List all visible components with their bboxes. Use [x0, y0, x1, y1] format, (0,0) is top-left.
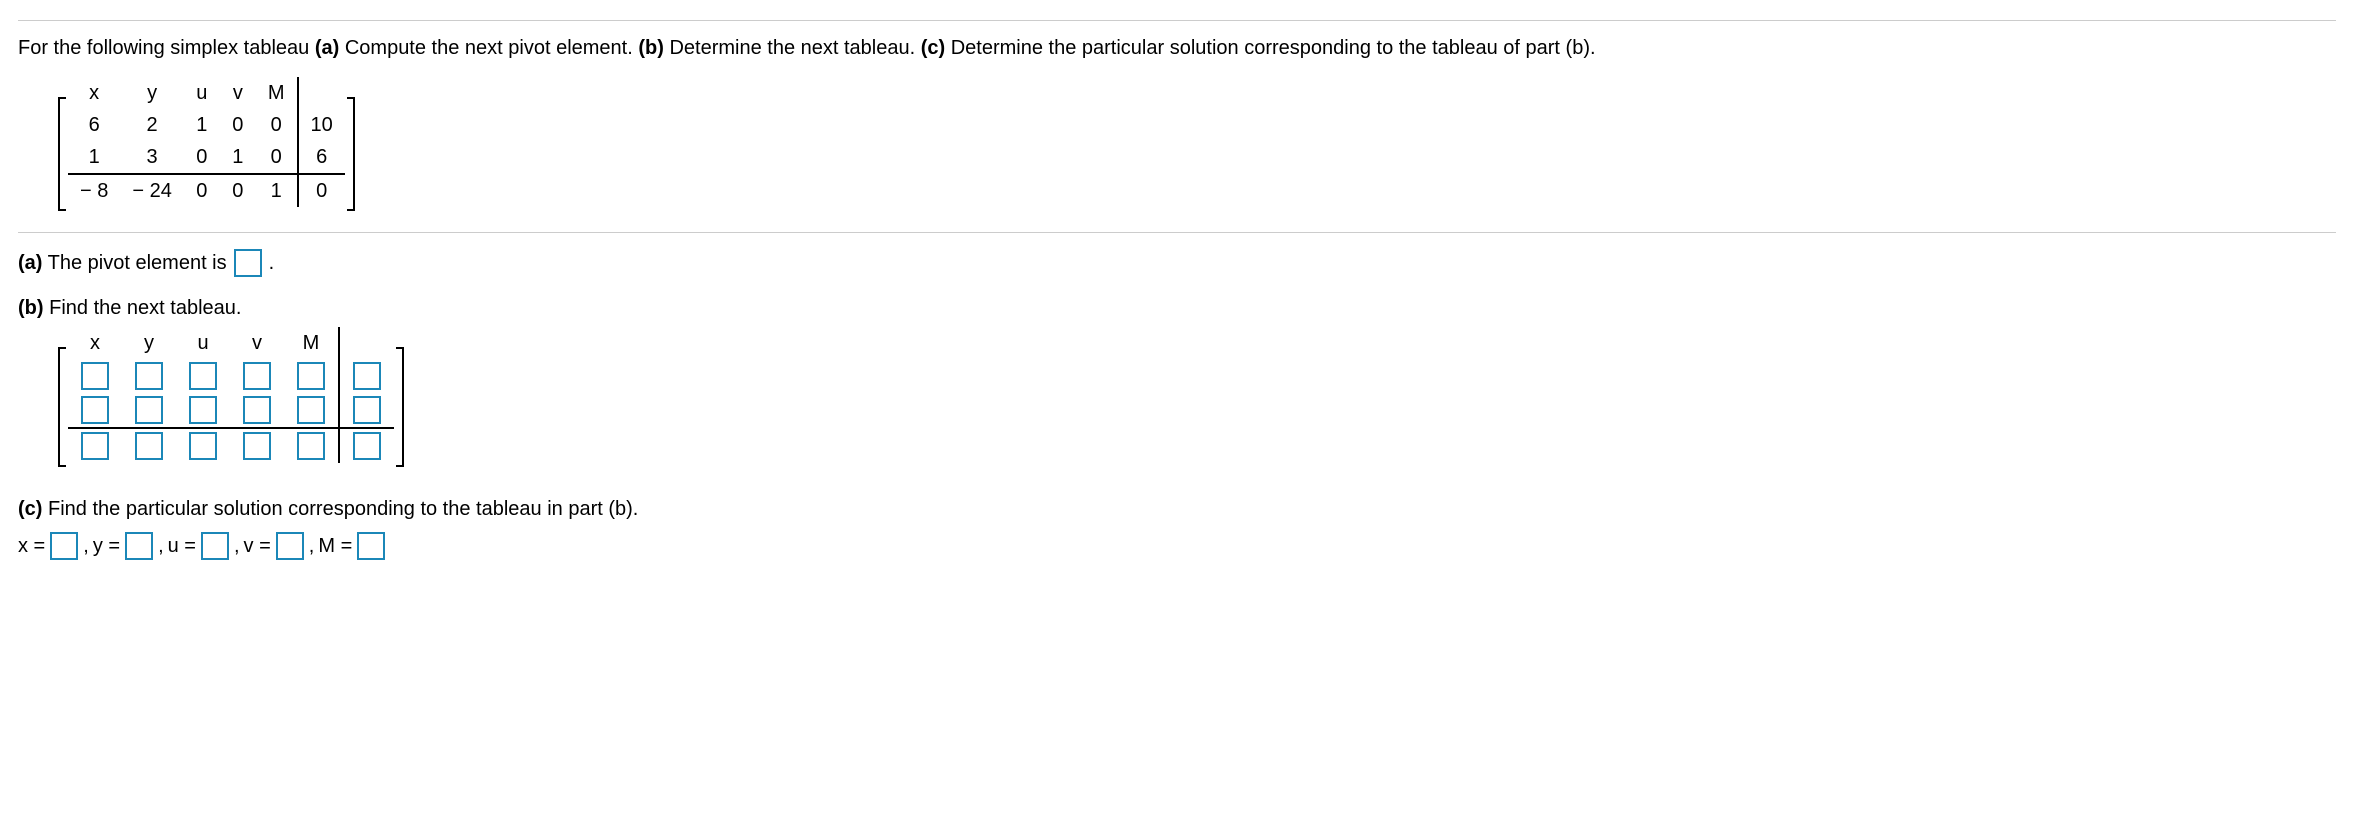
cell: 10 [298, 109, 345, 141]
tableau-input[interactable] [135, 396, 163, 424]
tableau-input[interactable] [135, 432, 163, 460]
intro-a-text: Compute the next pivot element. [339, 37, 638, 59]
cell: 0 [256, 109, 298, 141]
cell: 3 [120, 141, 183, 174]
cell: 1 [68, 141, 120, 174]
cell: 0 [220, 109, 256, 141]
y-input[interactable] [125, 532, 153, 560]
col-header-y: y [122, 327, 176, 359]
col-header-v: v [230, 327, 284, 359]
tableau-input[interactable] [353, 432, 381, 460]
tableau-input[interactable] [243, 362, 271, 390]
u-input[interactable] [201, 532, 229, 560]
table-row: − 8 − 24 0 0 1 0 [68, 174, 345, 207]
intro-a-bold: (a) [315, 37, 339, 59]
col-header-x: x [68, 77, 120, 109]
v-input[interactable] [276, 532, 304, 560]
col-header-y: y [120, 77, 183, 109]
cell: 1 [256, 174, 298, 207]
part-b-text: Find the next tableau. [44, 297, 242, 319]
col-header-M: M [284, 327, 339, 359]
part-a-text: The pivot element is [42, 252, 226, 274]
part-a-label: (a) [18, 252, 42, 274]
x-input[interactable] [50, 532, 78, 560]
tableau-input[interactable] [189, 362, 217, 390]
tableau-input[interactable] [189, 432, 217, 460]
u-label: u = [168, 531, 196, 561]
intro-lead: For the following simplex tableau [18, 37, 315, 59]
col-header-v: v [220, 77, 256, 109]
table-row: 1 3 0 1 0 6 [68, 141, 345, 174]
col-header-x: x [68, 327, 122, 359]
part-c-text: Find the particular solution correspondi… [42, 498, 638, 520]
comma: , [158, 531, 164, 561]
intro-b-bold: (b) [638, 37, 664, 59]
cell: 0 [298, 174, 345, 207]
part-a-period: . [269, 248, 275, 278]
M-input[interactable] [357, 532, 385, 560]
table-row: 6 2 1 0 0 10 [68, 109, 345, 141]
cell: − 8 [68, 174, 120, 207]
tableau-input[interactable] [243, 432, 271, 460]
tableau-input[interactable] [81, 396, 109, 424]
intro-c-text: Determine the particular solution corres… [945, 37, 1595, 59]
cell: 2 [120, 109, 183, 141]
part-a: (a) The pivot element is . [18, 247, 2336, 279]
x-label: x = [18, 531, 45, 561]
intro-c-bold: (c) [921, 37, 945, 59]
cell: 0 [220, 174, 256, 207]
cell: 1 [184, 109, 220, 141]
tableau-input[interactable] [297, 432, 325, 460]
table-row [68, 359, 394, 393]
intro-b-text: Determine the next tableau. [664, 37, 921, 59]
cell: − 24 [120, 174, 183, 207]
part-c: (c) Find the particular solution corresp… [18, 494, 2336, 562]
part-c-label: (c) [18, 498, 42, 520]
table-row [68, 428, 394, 463]
cell: 0 [184, 141, 220, 174]
cell: 0 [184, 174, 220, 207]
pivot-element-input[interactable] [234, 249, 262, 277]
tableau-input[interactable] [353, 362, 381, 390]
table-row [68, 393, 394, 428]
tableau-input[interactable] [353, 396, 381, 424]
col-header-M: M [256, 77, 298, 109]
tableau-input[interactable] [81, 362, 109, 390]
next-tableau: x y u v M [58, 327, 404, 463]
tableau-input[interactable] [81, 432, 109, 460]
col-header-u: u [176, 327, 230, 359]
comma: , [309, 531, 315, 561]
comma: , [83, 531, 89, 561]
comma: , [234, 531, 240, 561]
part-b-label: (b) [18, 297, 44, 319]
cell: 0 [256, 141, 298, 174]
cell: 1 [220, 141, 256, 174]
tableau-input[interactable] [135, 362, 163, 390]
cell: 6 [298, 141, 345, 174]
v-label: v = [244, 531, 271, 561]
y-label: y = [93, 531, 120, 561]
part-b: (b) Find the next tableau. x y u v M [18, 293, 2336, 480]
tableau-input[interactable] [189, 396, 217, 424]
col-header-u: u [184, 77, 220, 109]
initial-tableau: x y u v M 6 2 1 0 0 10 1 3 0 1 0 6 − 8 −… [58, 77, 355, 207]
tableau-input[interactable] [297, 362, 325, 390]
tableau-input[interactable] [243, 396, 271, 424]
M-label: M = [318, 531, 352, 561]
cell: 6 [68, 109, 120, 141]
tableau-input[interactable] [297, 396, 325, 424]
problem-statement: For the following simplex tableau (a) Co… [18, 33, 2336, 63]
